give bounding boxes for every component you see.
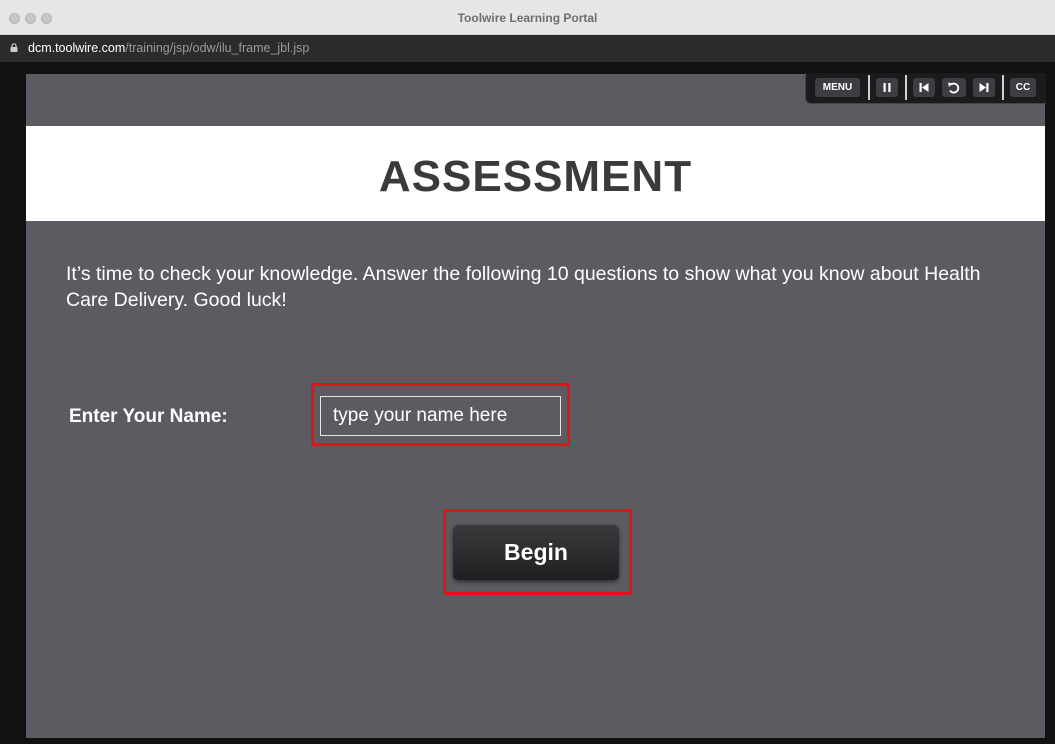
url-host: dcm.toolwire.com [28, 41, 126, 55]
begin-button[interactable]: Begin [453, 525, 619, 580]
restart-button[interactable] [913, 78, 935, 97]
window-title: Toolwire Learning Portal [457, 11, 598, 25]
name-label: Enter Your Name: [69, 406, 228, 427]
browser-window: Toolwire Learning Portal dcm.toolwire.co… [0, 0, 1055, 744]
next-button[interactable] [973, 78, 995, 97]
replay-button[interactable] [942, 78, 966, 97]
name-input[interactable] [320, 396, 561, 436]
closed-captions-button[interactable]: CC [1010, 78, 1036, 97]
url-path: /training/jsp/odw/ilu_frame_jbl.jsp [125, 41, 310, 55]
skip-back-icon [919, 83, 929, 92]
address-bar[interactable]: dcm.toolwire.com/training/jsp/odw/ilu_fr… [0, 35, 1055, 62]
player-toolbar: MENU CC [805, 73, 1046, 104]
replay-icon [948, 82, 960, 94]
pause-icon [883, 83, 891, 92]
page-title: ASSESSMENT [378, 152, 693, 201]
menu-button[interactable]: MENU [815, 78, 860, 97]
pause-button[interactable] [876, 78, 898, 97]
toolbar-divider [868, 75, 870, 100]
skip-forward-icon [979, 83, 989, 92]
url-text[interactable]: dcm.toolwire.com/training/jsp/odw/ilu_fr… [28, 41, 309, 55]
intro-text: It’s time to check your knowledge. Answe… [66, 263, 981, 311]
toolbar-divider [1002, 75, 1004, 100]
window-titlebar: Toolwire Learning Portal [0, 0, 1055, 35]
toolbar-divider [905, 75, 907, 100]
lock-icon [10, 43, 18, 52]
title-banner: ASSESSMENT [26, 126, 1045, 221]
